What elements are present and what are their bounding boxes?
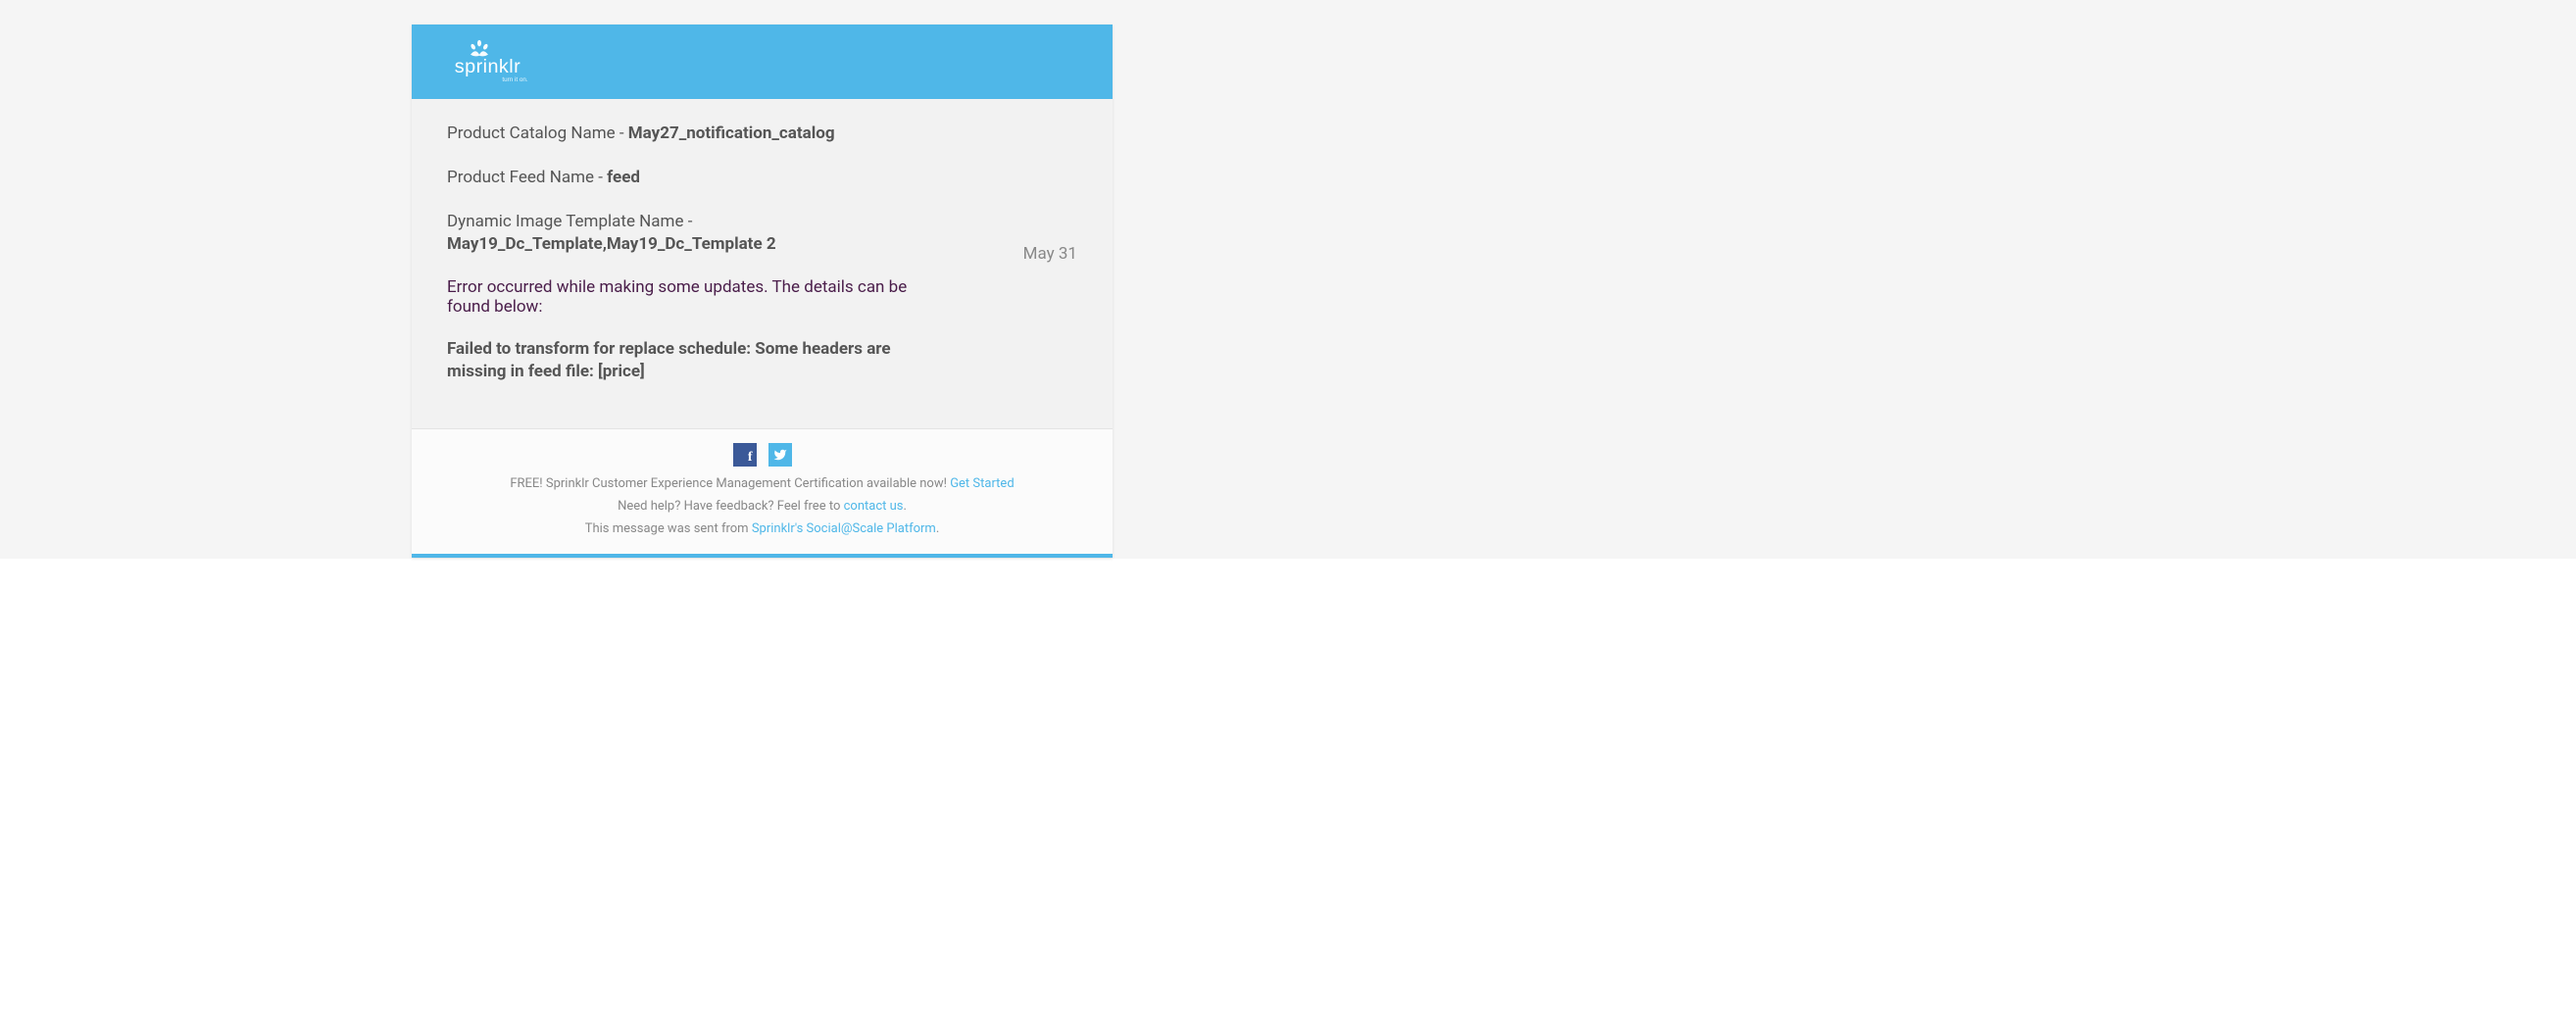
catalog-label: Product Catalog Name -: [447, 123, 628, 143]
facebook-icon[interactable]: f: [733, 443, 757, 467]
sprinklr-logo-icon: sprinklr turn it on.: [435, 35, 541, 88]
template-label: Dynamic Image Template Name -: [447, 212, 692, 231]
footer-line-2-tail: .: [903, 499, 906, 514]
footer-line-2-text: Need help? Have feedback? Feel free to: [618, 499, 844, 514]
feed-value: feed: [607, 168, 640, 187]
footer-line-3-text: This message was sent from: [585, 521, 752, 536]
footer-line-1: FREE! Sprinklr Customer Experience Manag…: [431, 476, 1093, 491]
content-region: Product Catalog Name - May27_notificatio…: [412, 99, 1113, 428]
date-stamp: May 31: [1023, 244, 1077, 264]
template-value: May19_Dc_Template,May19_Dc_Template 2: [447, 234, 776, 254]
feed-row: Product Feed Name - feed: [447, 167, 945, 189]
footer-line-2: Need help? Have feedback? Feel free to c…: [431, 499, 1093, 514]
footer-line-3-tail: .: [936, 521, 939, 536]
social-icons: f: [431, 443, 1093, 467]
email-card: sprinklr turn it on. Product Catalog Nam…: [412, 25, 1113, 558]
twitter-icon[interactable]: [768, 443, 792, 467]
catalog-row: Product Catalog Name - May27_notificatio…: [447, 123, 945, 145]
header-bar: sprinklr turn it on.: [412, 25, 1113, 99]
footer-line-3: This message was sent from Sprinklr's So…: [431, 521, 1093, 536]
failure-message: Failed to transform for replace schedule…: [447, 338, 945, 383]
platform-link[interactable]: Sprinklr's Social@Scale Platform: [752, 521, 936, 536]
catalog-value: May27_notification_catalog: [628, 123, 835, 143]
get-started-link[interactable]: Get Started: [950, 476, 1014, 491]
brand-tagline: turn it on.: [502, 76, 528, 83]
contact-us-link[interactable]: contact us: [844, 499, 904, 514]
feed-label: Product Feed Name -: [447, 168, 607, 187]
footer-line-1-text: FREE! Sprinklr Customer Experience Manag…: [510, 476, 950, 491]
page-wrapper: sprinklr turn it on. Product Catalog Nam…: [0, 0, 2576, 559]
brand-name: sprinklr: [455, 56, 520, 77]
brand-logo: sprinklr turn it on.: [435, 35, 541, 88]
footer-region: f FREE! Sprinklr Customer Experience Man…: [412, 428, 1113, 558]
error-heading: Error occurred while making some updates…: [447, 277, 945, 317]
template-row: Dynamic Image Template Name - May19_Dc_T…: [447, 211, 945, 256]
